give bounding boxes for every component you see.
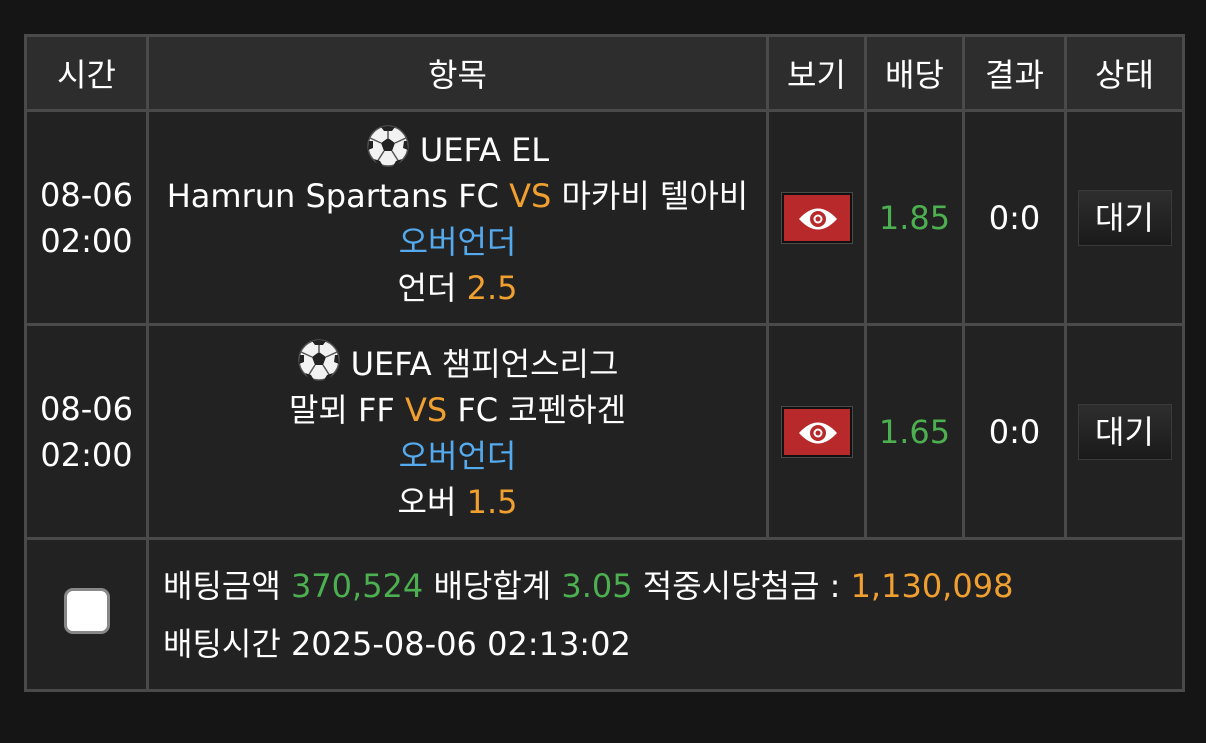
status-cell: 대기 xyxy=(1064,109,1185,326)
odds-value: 1.85 xyxy=(864,109,965,326)
match-line: 말뫼 FF VS FC 코펜하겐 xyxy=(149,387,766,433)
table-row: 08-06 02:00 UEFA 챔피언스리그 말뫼 FF VS FC 코펜하겐… xyxy=(24,323,1185,540)
header-view: 보기 xyxy=(766,34,867,112)
eye-icon xyxy=(798,208,837,229)
eye-icon xyxy=(798,422,837,443)
home-team: Hamrun Spartans FC xyxy=(166,177,499,215)
header-item: 항목 xyxy=(146,34,769,112)
summary-cell: 배팅금액 370,524 배당합계 3.05 적중시당첨금 : 1,130,09… xyxy=(146,537,1185,692)
status-cell: 대기 xyxy=(1064,323,1185,540)
header-status: 상태 xyxy=(1064,34,1185,112)
match-line: Hamrun Spartans FC VS 마카비 텔아비 xyxy=(149,173,766,219)
soccer-ball-icon xyxy=(367,125,409,167)
bet-time: 02:00 xyxy=(40,435,133,474)
bet-time-label: 배팅시간 xyxy=(163,624,281,663)
market-type: 오버언더 xyxy=(398,223,517,261)
pick-line: 언더 2.5 xyxy=(149,265,766,311)
odds-total-label: 배당합계 xyxy=(433,566,552,605)
view-cell xyxy=(766,109,867,326)
soccer-ball-icon xyxy=(297,339,340,381)
table-row: 08-06 02:00 UEFA EL Hamrun Spartans FC V… xyxy=(24,109,1185,326)
select-checkbox[interactable] xyxy=(63,587,110,634)
status-button[interactable]: 대기 xyxy=(1077,403,1172,460)
header-time: 시간 xyxy=(24,34,149,112)
bet-time-value: 2025-08-06 02:13:02 xyxy=(290,624,631,663)
result-value: 0:0 xyxy=(962,109,1067,326)
market-type: 오버언더 xyxy=(398,437,517,475)
header-result: 결과 xyxy=(962,34,1067,112)
summary-amount-line: 배팅금액 370,524 배당합계 3.05 적중시당첨금 : 1,130,09… xyxy=(163,557,1182,615)
vs-label: VS xyxy=(404,391,448,429)
league-line: UEFA 챔피언스리그 xyxy=(149,338,766,387)
away-team: 마카비 텔아비 xyxy=(561,177,749,215)
odds-total: 3.05 xyxy=(561,566,633,605)
bet-item-cell: UEFA 챔피언스리그 말뫼 FF VS FC 코펜하겐 오버언더 오버 1.5 xyxy=(146,323,769,540)
bet-time: 02:00 xyxy=(40,221,133,260)
summary-time-line: 배팅시간 2025-08-06 02:13:02 xyxy=(163,615,1182,673)
summary-row: 배팅금액 370,524 배당합계 3.05 적중시당첨금 : 1,130,09… xyxy=(24,537,1185,692)
table-header-row: 시간 항목 보기 배당 결과 상태 xyxy=(24,34,1185,112)
bet-date: 08-06 xyxy=(40,175,133,214)
view-button[interactable] xyxy=(780,405,853,458)
view-cell xyxy=(766,323,867,540)
status-button[interactable]: 대기 xyxy=(1077,189,1172,246)
league-name: UEFA EL xyxy=(419,131,550,169)
view-button[interactable] xyxy=(780,191,853,244)
bet-time-cell: 08-06 02:00 xyxy=(24,109,149,326)
away-team: FC 코펜하겐 xyxy=(457,391,627,429)
pick-value: 1.5 xyxy=(466,483,518,521)
odds-value: 1.65 xyxy=(864,323,965,540)
payout-amount: 1,130,098 xyxy=(850,566,1014,605)
bet-amount-label: 배팅금액 xyxy=(163,566,281,605)
payout-label: 적중시당첨금 : xyxy=(642,566,841,605)
result-value: 0:0 xyxy=(962,323,1067,540)
pick-label: 언더 xyxy=(397,269,457,307)
home-team: 말뫼 FF xyxy=(288,391,395,429)
league-name: UEFA 챔피언스리그 xyxy=(350,345,619,383)
bet-time-cell: 08-06 02:00 xyxy=(24,323,149,540)
bet-slip-table: 시간 항목 보기 배당 결과 상태 08-06 02:00 UEFA EL Ha… xyxy=(24,34,1185,692)
pick-value: 2.5 xyxy=(466,269,518,307)
vs-label: VS xyxy=(509,177,552,215)
pick-line: 오버 1.5 xyxy=(149,479,766,525)
header-odds: 배당 xyxy=(864,34,965,112)
league-line: UEFA EL xyxy=(149,124,766,173)
pick-label: 오버 xyxy=(397,483,457,521)
select-cell xyxy=(24,537,149,692)
bet-date: 08-06 xyxy=(40,389,133,428)
bet-item-cell: UEFA EL Hamrun Spartans FC VS 마카비 텔아비 오버… xyxy=(146,109,769,326)
bet-amount: 370,524 xyxy=(290,566,424,605)
